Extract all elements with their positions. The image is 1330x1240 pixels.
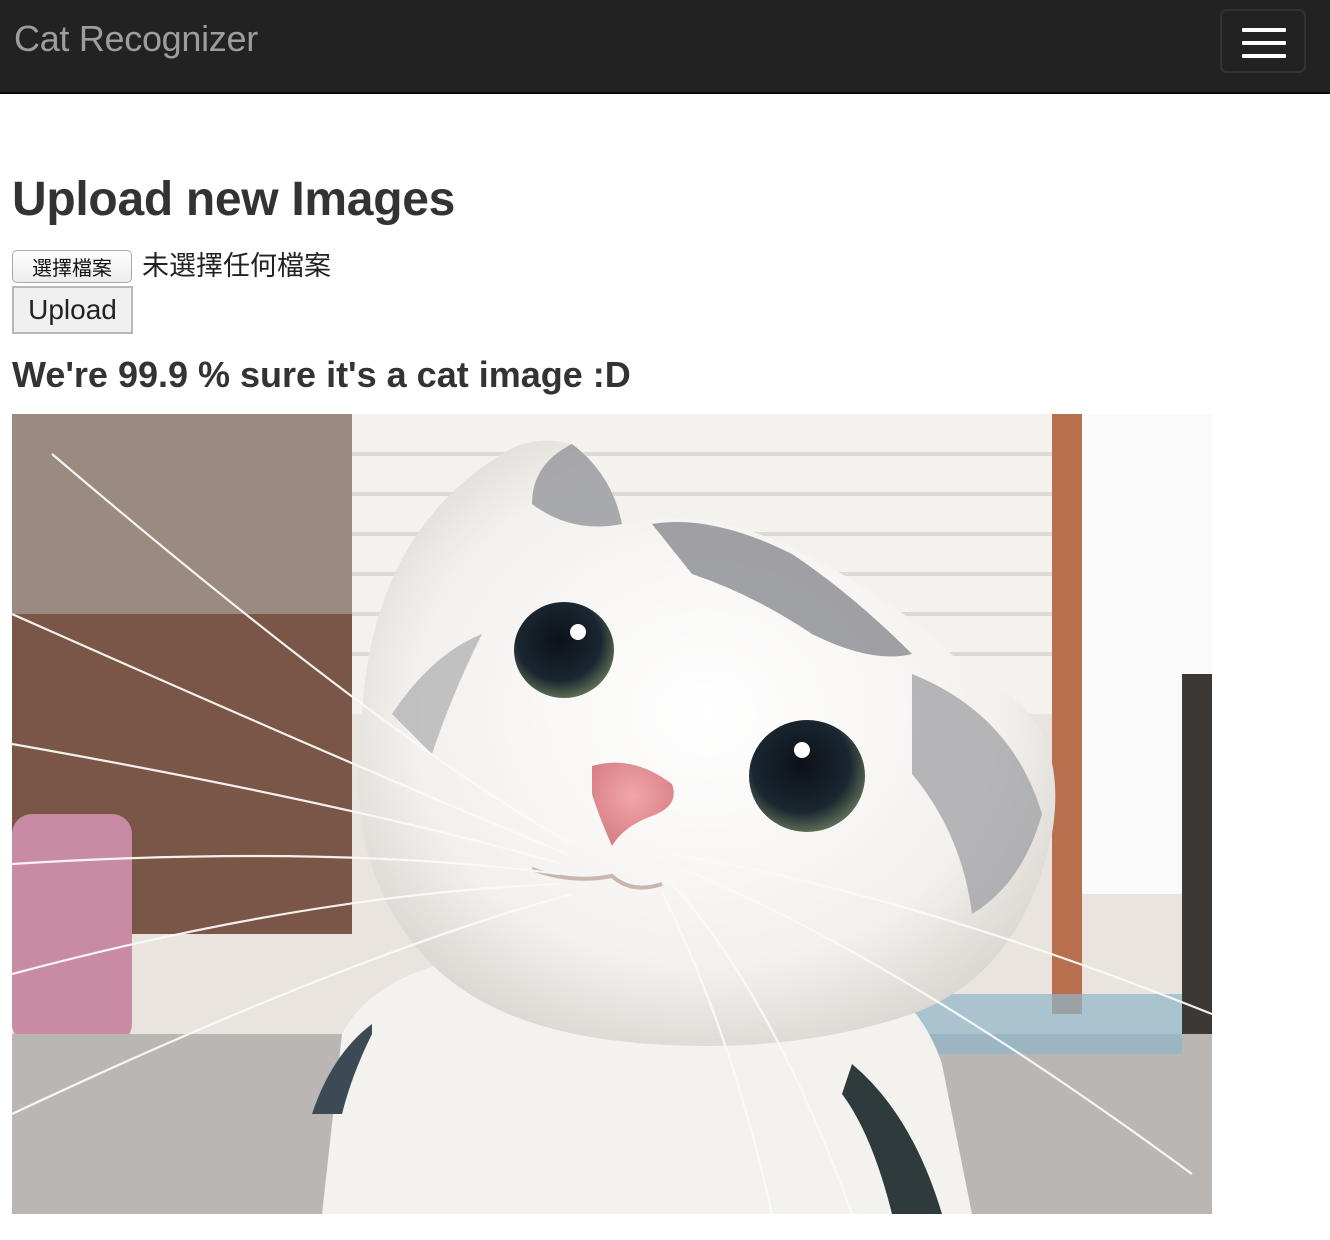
hamburger-menu-icon (1242, 28, 1286, 32)
page-title: Upload new Images (12, 173, 456, 226)
hamburger-menu-icon (1242, 54, 1286, 58)
hamburger-menu-icon (1242, 41, 1286, 45)
navbar-toggle-button[interactable] (1220, 9, 1306, 73)
choose-file-button[interactable]: 選擇檔案 (12, 250, 132, 283)
file-status-text: 未選擇任何檔案 (142, 251, 331, 282)
cat-photo (12, 414, 1212, 1214)
upload-button[interactable]: Upload (12, 286, 133, 334)
result-message: We're 99.9 % sure it's a cat image :D (12, 354, 631, 395)
navbar: Cat Recognizer (0, 0, 1330, 94)
brand-link[interactable]: Cat Recognizer (14, 18, 258, 60)
